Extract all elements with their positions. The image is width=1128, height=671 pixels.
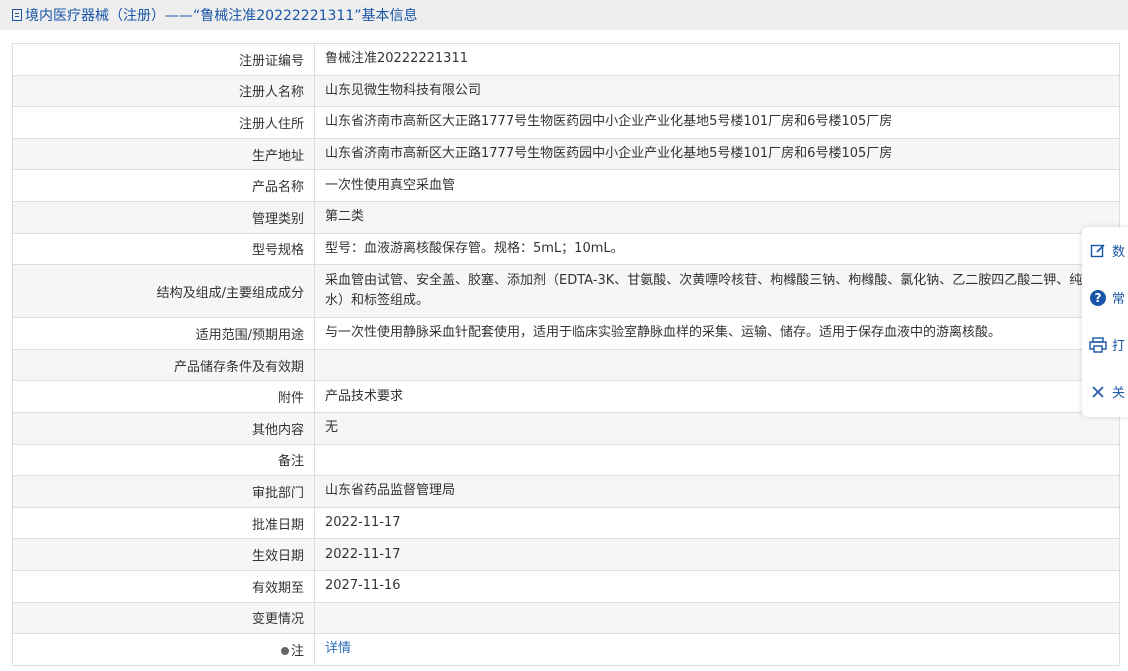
table-row: 型号规格 型号：血液游离核酸保存管。规格：5mL；10mL。: [12, 232, 1120, 266]
row-value: 产品技术要求: [314, 380, 1120, 413]
close-button[interactable]: 关: [1089, 382, 1125, 401]
row-label: 适用范围/预期用途: [12, 317, 315, 350]
note-row: 注 详情: [12, 633, 1120, 666]
row-value: 无: [314, 411, 1120, 445]
table-row: 有效期至 2027-11-16: [12, 569, 1120, 603]
row-value: 2022-11-17: [314, 538, 1120, 571]
row-label: 管理类别: [12, 200, 315, 234]
row-label: 生产地址: [12, 137, 315, 171]
table-row: 产品名称 一次性使用真空采血管: [12, 169, 1120, 202]
row-label: 附件: [12, 380, 315, 413]
row-value: 山东省济南市高新区大正路1777号生物医药园中小企业产业化基地5号楼101厂房和…: [314, 106, 1120, 139]
data-error-label: 数: [1112, 245, 1126, 260]
close-label: 关: [1112, 386, 1126, 401]
row-label: 型号规格: [12, 232, 315, 266]
row-value: 山东省药品监督管理局: [314, 475, 1120, 508]
table-row: 注册证编号 鲁械注准20222221311: [12, 43, 1120, 76]
row-label: 批准日期: [12, 506, 315, 540]
row-value: 与一次性使用静脉采血针配套使用，适用于临床实验室静脉血样的采集、运输、储存。适用…: [314, 317, 1120, 350]
row-value: [314, 348, 1120, 382]
table-row: 生效日期 2022-11-17: [12, 538, 1120, 571]
print-icon: [1089, 336, 1107, 354]
table-row: 产品储存条件及有效期: [12, 348, 1120, 382]
note-icon: [280, 647, 289, 656]
table-row: 注册人名称 山东见微生物科技有限公司: [12, 74, 1120, 108]
table-row: 批准日期 2022-11-17: [12, 506, 1120, 540]
row-value: 山东省济南市高新区大正路1777号生物医药园中小企业产业化基地5号楼101厂房和…: [314, 137, 1120, 171]
row-value: [314, 601, 1120, 635]
detail-table: 注册证编号 鲁械注准20222221311 注册人名称 山东见微生物科技有限公司 注…: [12, 43, 1120, 666]
row-label: 变更情况: [12, 601, 315, 635]
faq-button[interactable]: ? 常: [1089, 288, 1125, 307]
table-row: 附件 产品技术要求: [12, 380, 1120, 413]
row-value: 山东见微生物科技有限公司: [314, 74, 1120, 108]
row-label: 生效日期: [12, 538, 315, 571]
row-value: 鲁械注准20222221311: [314, 43, 1120, 76]
table-row: 适用范围/预期用途 与一次性使用静脉采血针配套使用，适用于临床实验室静脉血样的采集…: [12, 317, 1120, 350]
row-label: 有效期至: [12, 569, 315, 603]
note-value-cell: 详情: [314, 633, 1120, 666]
table-row: 变更情况: [12, 601, 1120, 635]
table-row: 其他内容无: [12, 411, 1120, 445]
table-row: 管理类别 第二类: [12, 200, 1120, 234]
table-row: 注册人住所 山东省济南市高新区大正路1777号生物医药园中小企业产业化基地5号楼1…: [12, 106, 1120, 139]
row-label: 备注: [12, 443, 315, 477]
faq-label: 常: [1112, 292, 1126, 307]
row-value: 型号：血液游离核酸保存管。规格：5mL；10mL。: [314, 232, 1120, 266]
floating-toolbar: 数 ? 常 打 关: [1082, 227, 1128, 417]
row-label: 注册人名称: [12, 74, 315, 108]
edit-icon: [1089, 242, 1107, 260]
row-value: [314, 443, 1120, 477]
table-row: 生产地址 山东省济南市高新区大正路1777号生物医药园中小企业产业化基地5号楼10…: [12, 137, 1120, 171]
row-label: 注册人住所: [12, 106, 315, 139]
row-label: 产品储存条件及有效期: [12, 348, 315, 382]
row-value: 2027-11-16: [314, 569, 1120, 603]
details-link[interactable]: 详情: [325, 641, 351, 656]
note-label-cell: 注: [12, 633, 315, 666]
row-label: 注册证编号: [12, 43, 315, 76]
row-label: 其他内容: [12, 411, 315, 445]
close-icon: [1089, 383, 1107, 401]
page-title: 境内医疗器械（注册）——“鲁械注准20222221311”基本信息: [25, 8, 418, 24]
data-error-button[interactable]: 数: [1089, 241, 1125, 260]
document-icon: [12, 9, 22, 21]
row-label: 审批部门: [12, 475, 315, 508]
table-row: 审批部门 山东省药品监督管理局: [12, 475, 1120, 508]
row-label: 产品名称: [12, 169, 315, 202]
row-value: 采血管由试管、安全盖、胶塞、添加剂（EDTA-3K、甘氨酸、次黄嘌呤核苷、枸橼酸…: [314, 264, 1120, 319]
row-label: 结构及组成/主要组成成分: [12, 264, 315, 319]
print-label: 打: [1112, 339, 1126, 354]
help-icon: ?: [1089, 289, 1107, 307]
table-row: 结构及组成/主要组成成分 采血管由试管、安全盖、胶塞、添加剂（EDTA-3K、甘氨…: [12, 264, 1120, 319]
row-value: 一次性使用真空采血管: [314, 169, 1120, 202]
svg-text:?: ?: [1095, 291, 1102, 305]
print-button[interactable]: 打: [1089, 335, 1125, 354]
note-label: 注: [290, 643, 304, 659]
page-title-bar: 境内医疗器械（注册）——“鲁械注准20222221311”基本信息: [0, 0, 1128, 30]
row-value: 2022-11-17: [314, 506, 1120, 540]
table-row: 备注: [12, 443, 1120, 477]
row-value: 第二类: [314, 200, 1120, 234]
